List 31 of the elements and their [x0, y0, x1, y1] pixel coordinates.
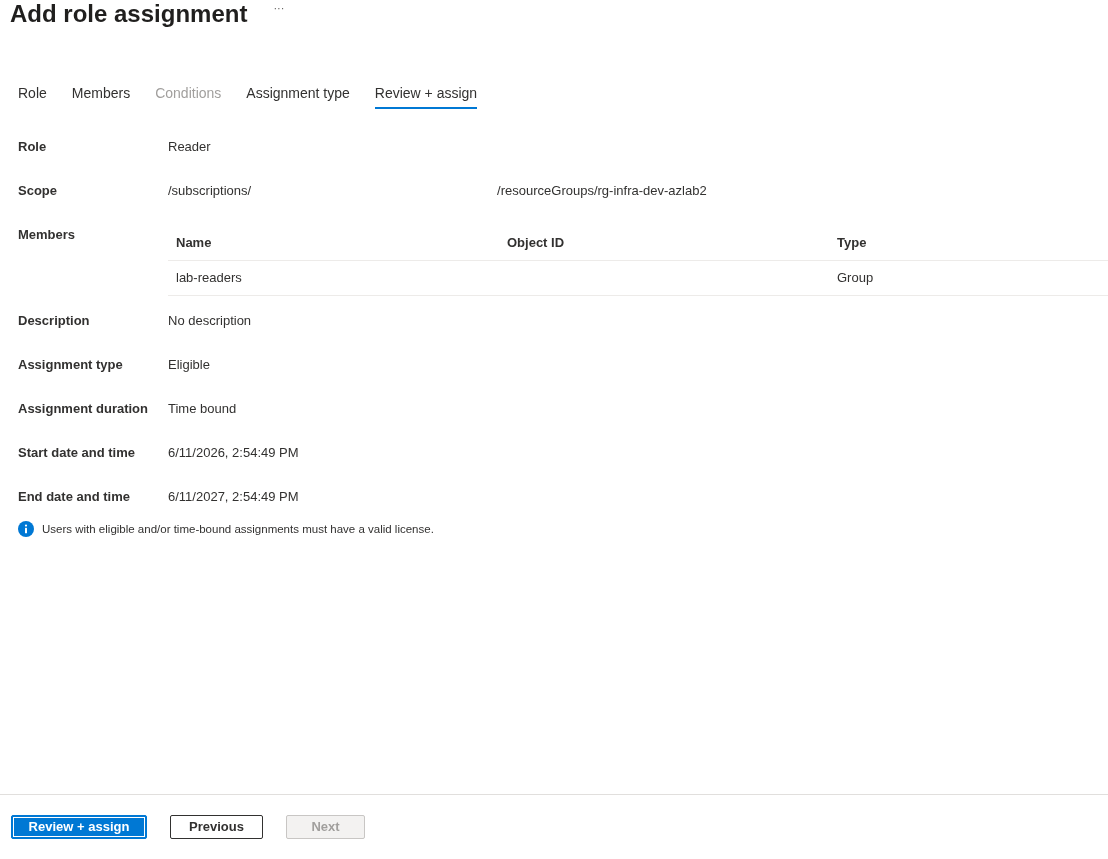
field-label: Role: [17, 138, 48, 156]
field-value: Eligible: [168, 356, 210, 374]
footer-button[interactable]: Previous: [170, 815, 263, 839]
scope-path-start: /subscriptions/: [168, 182, 252, 200]
more-button[interactable]: ···: [271, 1, 287, 15]
field-label: Scope: [17, 182, 58, 200]
field-label: Assignment duration: [17, 400, 149, 418]
footer-button[interactable]: Review + assign: [11, 815, 147, 839]
field-value: 6/11/2027, 2:54:49 PM: [168, 488, 299, 506]
field-label: Members: [17, 226, 77, 244]
info-message: Users with eligible and/or time-bound assignments must have a valid license.: [42, 522, 434, 537]
tab[interactable]: Members: [71, 79, 131, 109]
field-value: No description: [168, 312, 252, 330]
page-title: Add role assignment: [10, 0, 248, 28]
column-header: Object ID: [507, 235, 565, 250]
tab[interactable]: Assignment type: [246, 79, 350, 109]
field-label: Start date and time: [17, 444, 137, 462]
tab[interactable]: Role: [18, 79, 47, 109]
field-label: Description: [17, 312, 91, 330]
field-label: End date and time: [17, 488, 131, 506]
field-value: 6/11/2026, 2:54:49 PM: [168, 444, 299, 462]
field-label: Assignment type: [17, 356, 124, 374]
table-cell: Group: [837, 270, 874, 285]
column-header: Type: [837, 235, 867, 250]
field-value: Reader: [168, 138, 211, 156]
tab[interactable]: Review + assign: [374, 79, 478, 109]
column-header: Name: [176, 235, 212, 250]
table-cell: lab-readers: [176, 270, 242, 285]
scope-path-end: /resourceGroups/rg-infra-dev-azlab2: [497, 182, 707, 200]
field-value: Time bound: [168, 400, 237, 418]
info-icon: [18, 521, 34, 537]
